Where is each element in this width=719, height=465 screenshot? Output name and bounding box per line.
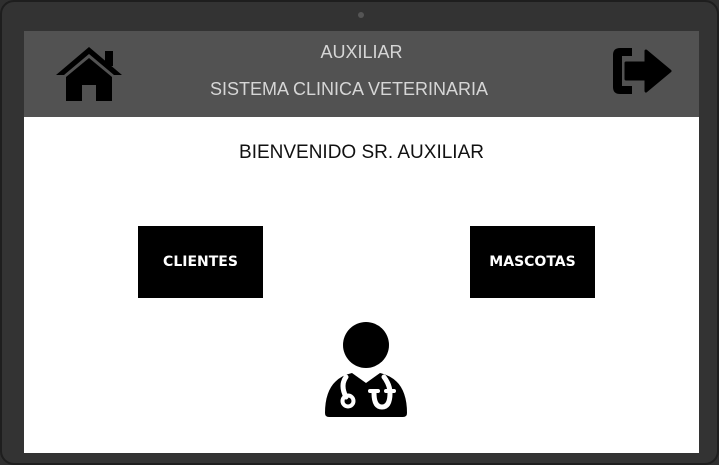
system-title: SISTEMA CLINICA VETERINARIA [209, 79, 489, 99]
app-header: AUXILIAR SISTEMA CLINICA VETERINARIA [24, 31, 699, 117]
welcome-message: BIENVENIDO SR. AUXILIAR [239, 142, 484, 163]
logout-icon [613, 48, 672, 94]
mascotas-button[interactable]: MASCOTAS [470, 226, 595, 298]
app-screen: AUXILIAR SISTEMA CLINICA VETERINARIA BIE… [24, 31, 699, 453]
doctor-stethoscope-icon [322, 321, 412, 419]
device-frame: AUXILIAR SISTEMA CLINICA VETERINARIA BIE… [0, 0, 719, 465]
logout-button[interactable] [610, 45, 676, 97]
clientes-button[interactable]: CLIENTES [138, 226, 263, 298]
camera-dot [358, 12, 364, 18]
page-role-title: AUXILIAR [320, 42, 403, 62]
